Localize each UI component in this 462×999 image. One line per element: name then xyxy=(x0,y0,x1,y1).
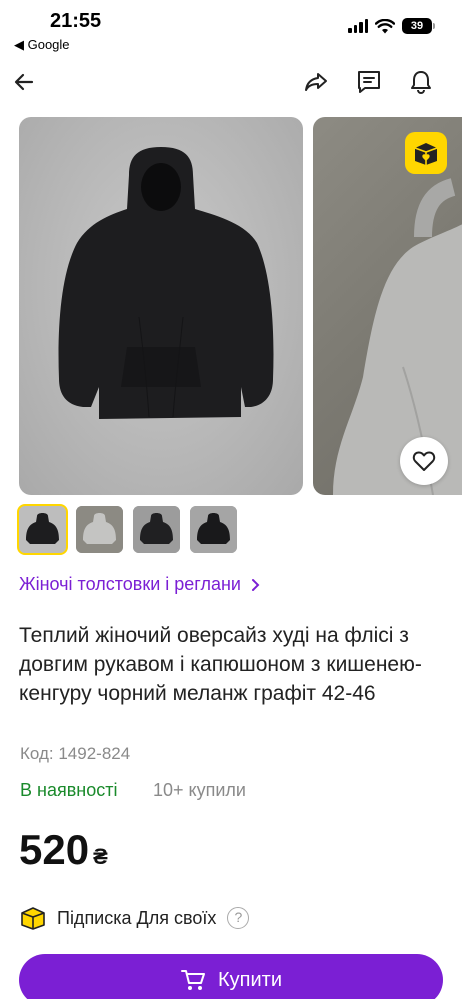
status-time: 21:55 xyxy=(50,10,102,32)
bell-icon[interactable] xyxy=(405,66,437,98)
battery-icon: 39 xyxy=(402,18,435,34)
share-icon[interactable] xyxy=(300,66,332,98)
cart-icon xyxy=(181,970,205,990)
buy-button-label: Купити xyxy=(218,968,282,991)
back-arrow-icon[interactable] xyxy=(8,66,40,98)
chat-icon[interactable] xyxy=(353,66,385,98)
thumbnail-1[interactable] xyxy=(17,504,68,555)
product-gallery[interactable] xyxy=(0,117,462,495)
back-to-app-link[interactable]: ◀ Google xyxy=(14,37,70,53)
top-navigation-bar xyxy=(0,60,462,104)
price-amount: 520 xyxy=(19,826,90,873)
category-link[interactable]: Жіночі толстовки і реглани xyxy=(19,574,261,595)
product-code: Код: 1492-824 xyxy=(20,744,131,763)
product-title: Теплий жіночий оверсайз худі на флісі з … xyxy=(19,624,422,705)
favorite-button[interactable] xyxy=(400,437,448,485)
status-bar: 21:55 ◀ Google 39 xyxy=(0,0,462,58)
status-icons: 39 xyxy=(348,18,435,34)
product-photo-grey-hoodie[interactable] xyxy=(313,117,462,495)
thumbnail-strip xyxy=(17,504,237,555)
heart-icon xyxy=(412,451,436,471)
availability-status: В наявності xyxy=(20,780,118,800)
category-label: Жіночі толстовки і реглани xyxy=(19,574,241,594)
buy-button[interactable]: Купити xyxy=(19,954,443,999)
thumbnail-2[interactable] xyxy=(76,506,123,553)
box-icon xyxy=(21,907,45,930)
product-photo-black-hoodie[interactable] xyxy=(19,117,303,495)
wifi-icon xyxy=(375,18,395,33)
thumbnail-4[interactable] xyxy=(190,506,237,553)
thumbnail-3[interactable] xyxy=(133,506,180,553)
product-price: 520 ₴ xyxy=(19,826,108,874)
box-icon xyxy=(405,132,447,174)
bought-count: 10+ купили xyxy=(153,780,246,800)
help-icon[interactable]: ? xyxy=(227,907,250,929)
subscription-label: Підписка Для своїх xyxy=(57,907,217,928)
cellular-signal-icon xyxy=(348,19,368,33)
chevron-right-icon xyxy=(251,578,260,591)
price-currency: ₴ xyxy=(93,844,108,869)
subscription-row[interactable]: Підписка Для своїх ? xyxy=(20,906,250,930)
